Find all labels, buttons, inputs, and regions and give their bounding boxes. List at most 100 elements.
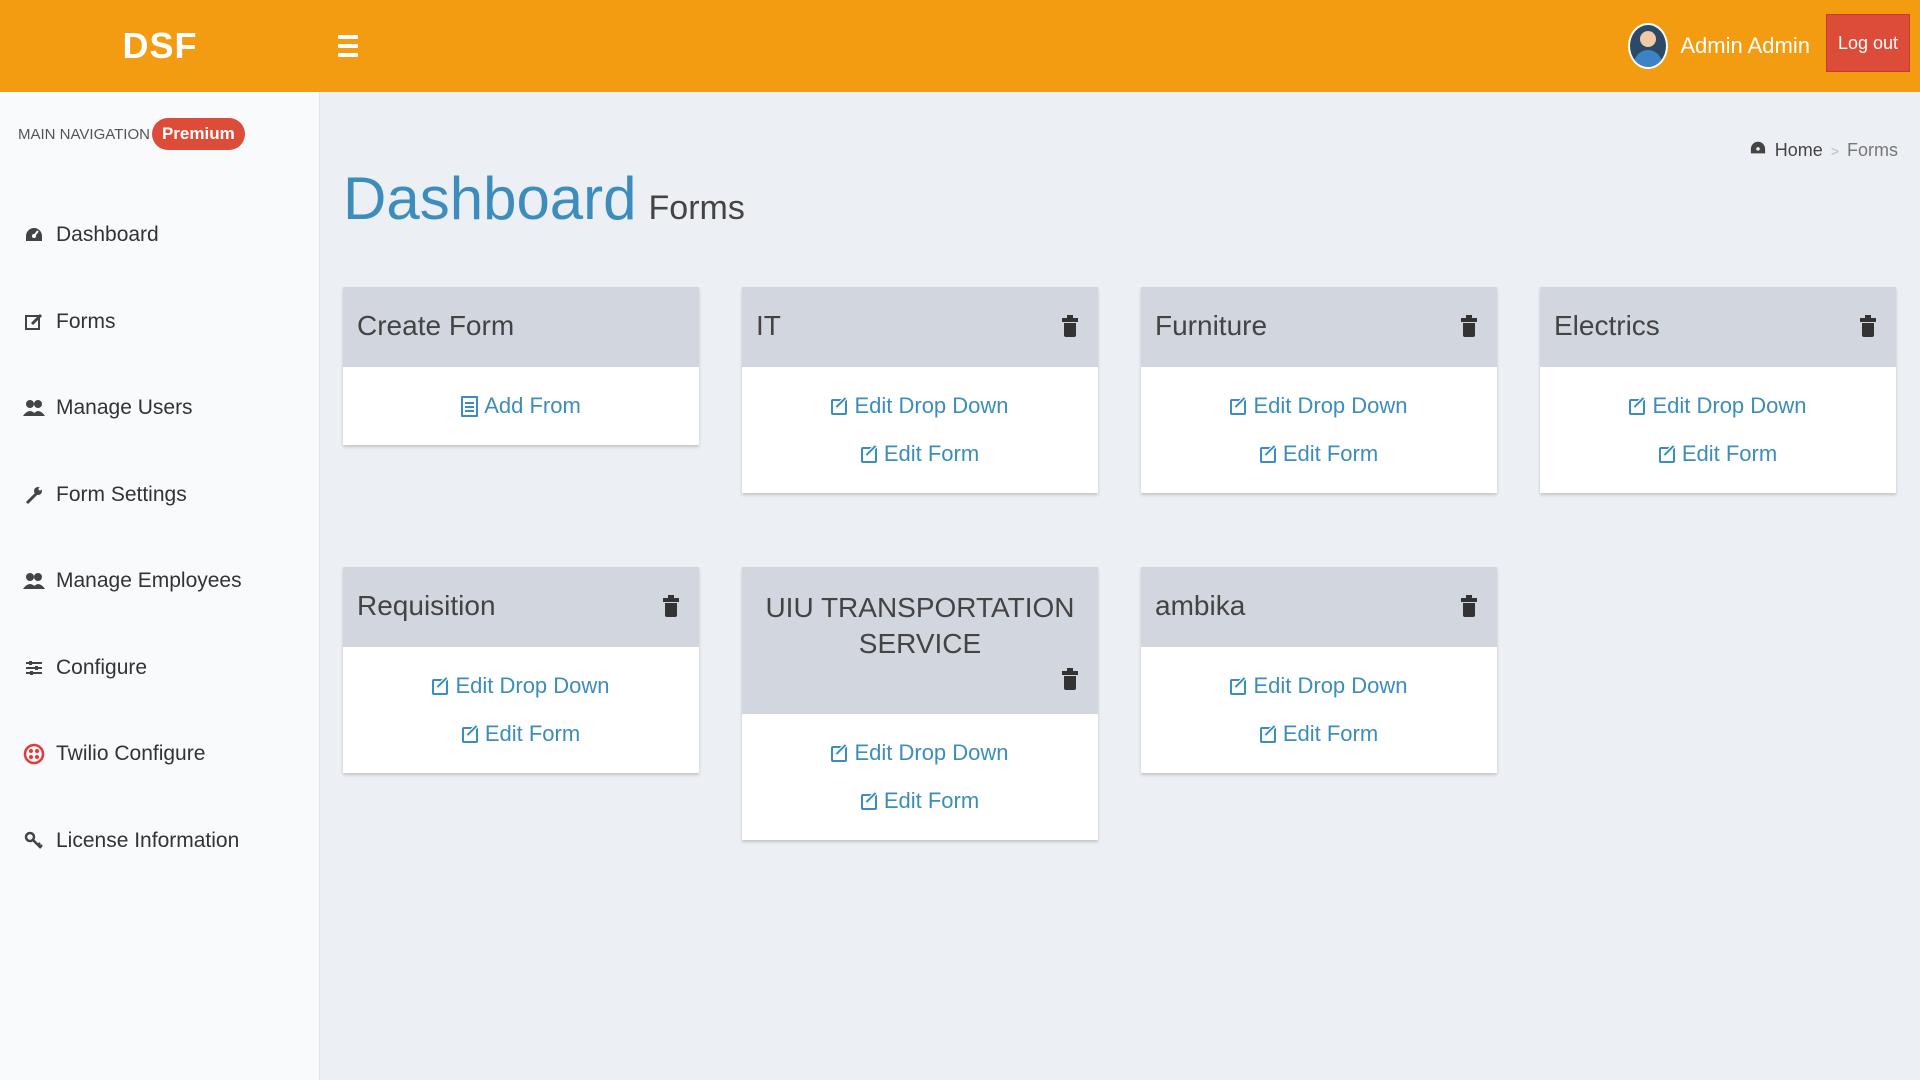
- edit-icon: [1259, 443, 1280, 464]
- breadcrumb: Home > Forms: [1749, 140, 1898, 161]
- card-body: Edit Drop Down Edit Form: [1540, 367, 1896, 493]
- breadcrumb-current: Forms: [1847, 140, 1898, 160]
- card-header: UIU TRANSPORTATION SERVICE: [742, 570, 1098, 714]
- card-body: Add From: [343, 367, 699, 445]
- sidebar-item-dashboard[interactable]: Dashboard: [0, 192, 320, 279]
- twilio-icon: [22, 742, 46, 766]
- edit-drop-down-label: Edit Drop Down: [455, 673, 610, 698]
- sidebar-item-label: Configure: [56, 655, 148, 679]
- card-body: Edit Drop Down Edit Form: [742, 714, 1098, 840]
- edit-icon: [860, 443, 881, 464]
- sidebar-item-label: Manage Users: [56, 396, 193, 420]
- card-header: Electrics: [1540, 290, 1896, 367]
- sidebar-item-manage-users[interactable]: Manage Users: [0, 365, 320, 452]
- logout-button[interactable]: Log out: [1826, 14, 1910, 72]
- card-header: Create Form: [343, 290, 699, 367]
- add-form-label: Add From: [484, 393, 581, 418]
- edit-icon: [860, 790, 881, 811]
- edit-icon: [1658, 443, 1679, 464]
- edit-drop-down-link[interactable]: Edit Drop Down: [432, 673, 610, 699]
- sidebar-item-label: Form Settings: [56, 482, 187, 506]
- edit-form-link[interactable]: Edit Form: [1658, 441, 1777, 467]
- trash-icon[interactable]: [1461, 315, 1477, 339]
- avatar: [1628, 23, 1669, 69]
- sidebar-item-twilio-configure[interactable]: Twilio Configure: [0, 711, 320, 798]
- app-logo[interactable]: DSF: [0, 0, 320, 92]
- edit-form-link[interactable]: Edit Form: [1259, 721, 1379, 747]
- users-icon: [22, 396, 46, 420]
- edit-form-link[interactable]: Edit Form: [860, 788, 980, 814]
- trash-icon[interactable]: [663, 595, 679, 619]
- card-requisition: Requisition Edit Drop Down Edit Form: [343, 567, 699, 773]
- card-header: Requisition: [343, 570, 699, 647]
- edit-drop-down-link[interactable]: Edit Drop Down: [831, 740, 1009, 766]
- edit-form-label: Edit Form: [1282, 721, 1379, 746]
- nav-header-label: MAIN NAVIGATION: [18, 125, 150, 143]
- sidebar-item-label: Manage Employees: [56, 569, 242, 593]
- sidebar-item-form-settings[interactable]: Form Settings: [0, 452, 320, 539]
- sidebar-item-forms[interactable]: Forms: [0, 279, 320, 366]
- sidebar-nav: Dashboard Forms Manage Users Form Settin…: [0, 192, 320, 884]
- edit-drop-down-link[interactable]: Edit Drop Down: [1230, 673, 1408, 699]
- card-body: Edit Drop Down Edit Form: [1141, 647, 1497, 773]
- edit-icon: [432, 675, 452, 696]
- trash-icon[interactable]: [1062, 668, 1078, 692]
- edit-drop-down-link[interactable]: Edit Drop Down: [831, 393, 1009, 419]
- file-icon: [461, 395, 479, 417]
- edit-form-link[interactable]: Edit Form: [860, 441, 980, 467]
- sidebar-item-label: Forms: [56, 309, 116, 333]
- page-title: Dashboard Forms: [343, 164, 745, 233]
- card-uiu-transportation-service: UIU TRANSPORTATION SERVICE Edit Drop Dow…: [742, 567, 1098, 840]
- edit-drop-down-label: Edit Drop Down: [1652, 393, 1807, 418]
- edit-icon: [831, 742, 851, 763]
- card-header: IT: [742, 290, 1098, 367]
- main-content: Home > Forms Dashboard Forms Create Form…: [320, 92, 1920, 1080]
- card-title: IT: [756, 310, 781, 341]
- users-icon: [22, 569, 46, 593]
- wrench-icon: [22, 483, 46, 507]
- card-body: Edit Drop Down Edit Form: [1141, 367, 1497, 493]
- page-title-main: Dashboard: [343, 165, 637, 232]
- card-header: ambika: [1141, 570, 1497, 647]
- card-title: ambika: [1155, 590, 1246, 621]
- menu-toggle-icon[interactable]: [338, 26, 362, 66]
- page-title-sub: Forms: [648, 189, 745, 227]
- trash-icon[interactable]: [1062, 315, 1078, 339]
- edit-icon: [22, 310, 46, 334]
- sliders-icon: [22, 656, 46, 680]
- sidebar-item-manage-employees[interactable]: Manage Employees: [0, 538, 320, 625]
- edit-icon: [1230, 395, 1250, 416]
- card-header: Furniture: [1141, 290, 1497, 367]
- edit-form-link[interactable]: Edit Form: [1259, 441, 1378, 467]
- trash-icon[interactable]: [1461, 595, 1477, 619]
- dashboard-icon: [1749, 140, 1767, 161]
- card-title: Furniture: [1155, 310, 1268, 341]
- sidebar-item-label: License Information: [56, 828, 240, 852]
- edit-drop-down-label: Edit Drop Down: [854, 393, 1009, 418]
- edit-drop-down-label: Edit Drop Down: [854, 740, 1009, 765]
- sidebar-item-configure[interactable]: Configure: [0, 625, 320, 712]
- sidebar-item-license-information[interactable]: License Information: [0, 798, 320, 885]
- nav-header: MAIN NAVIGATION Premium: [18, 118, 245, 150]
- user-menu[interactable]: Admin Admin: [1628, 18, 1810, 74]
- trash-icon[interactable]: [1860, 315, 1876, 339]
- card-title: Create Form: [357, 310, 515, 341]
- edit-icon: [1259, 723, 1280, 744]
- edit-drop-down-link[interactable]: Edit Drop Down: [1230, 393, 1408, 419]
- card-create-form: Create Form Add From: [343, 287, 699, 445]
- user-name: Admin Admin: [1680, 33, 1810, 58]
- edit-form-link[interactable]: Edit Form: [461, 721, 580, 747]
- edit-form-label: Edit Form: [883, 788, 980, 813]
- sidebar-item-label: Dashboard: [56, 223, 159, 247]
- breadcrumb-home-link[interactable]: Home: [1775, 140, 1823, 161]
- card-ambika: ambika Edit Drop Down Edit Form: [1141, 567, 1497, 773]
- add-form-link[interactable]: Add From: [461, 393, 581, 419]
- edit-form-label: Edit Form: [883, 441, 980, 466]
- sidebar: MAIN NAVIGATION Premium Dashboard Forms …: [0, 92, 320, 1080]
- edit-drop-down-link[interactable]: Edit Drop Down: [1629, 393, 1807, 419]
- dashboard-icon: [22, 223, 46, 247]
- card-body: Edit Drop Down Edit Form: [742, 367, 1098, 493]
- card-furniture: Furniture Edit Drop Down Edit Form: [1141, 287, 1497, 493]
- card-title: UIU TRANSPORTATION SERVICE: [765, 592, 1075, 659]
- edit-drop-down-label: Edit Drop Down: [1253, 673, 1408, 698]
